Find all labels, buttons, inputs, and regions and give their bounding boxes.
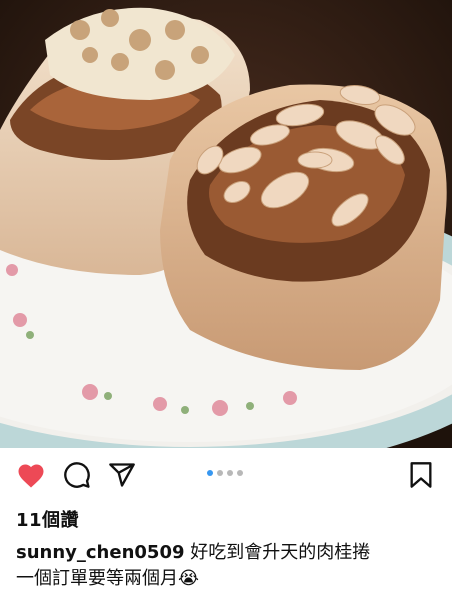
- share-icon[interactable]: [107, 460, 137, 490]
- carousel-indicator: [207, 470, 243, 476]
- post-caption: sunny_chen0509 好吃到會升天的肉桂捲 一個訂單要等兩個月😭: [16, 540, 446, 592]
- caption-text-line1: 好吃到會升天的肉桂捲: [184, 542, 371, 563]
- bookmark-icon[interactable]: [406, 460, 436, 490]
- caption-username[interactable]: sunny_chen0509: [16, 542, 185, 563]
- heart-icon[interactable]: [16, 460, 46, 490]
- caption-text-line2: 一個訂單要等兩個月: [16, 568, 178, 589]
- crying-emoji-icon: 😭: [178, 568, 200, 589]
- like-count[interactable]: 11個讚: [16, 506, 79, 532]
- cinnamon-roll-image: [0, 0, 452, 448]
- post-photo[interactable]: [0, 0, 452, 448]
- comment-icon[interactable]: [62, 460, 92, 490]
- carousel-dot: [237, 470, 243, 476]
- carousel-dot: [217, 470, 223, 476]
- carousel-dot-active: [207, 470, 213, 476]
- action-bar: [0, 448, 452, 500]
- carousel-dot: [227, 470, 233, 476]
